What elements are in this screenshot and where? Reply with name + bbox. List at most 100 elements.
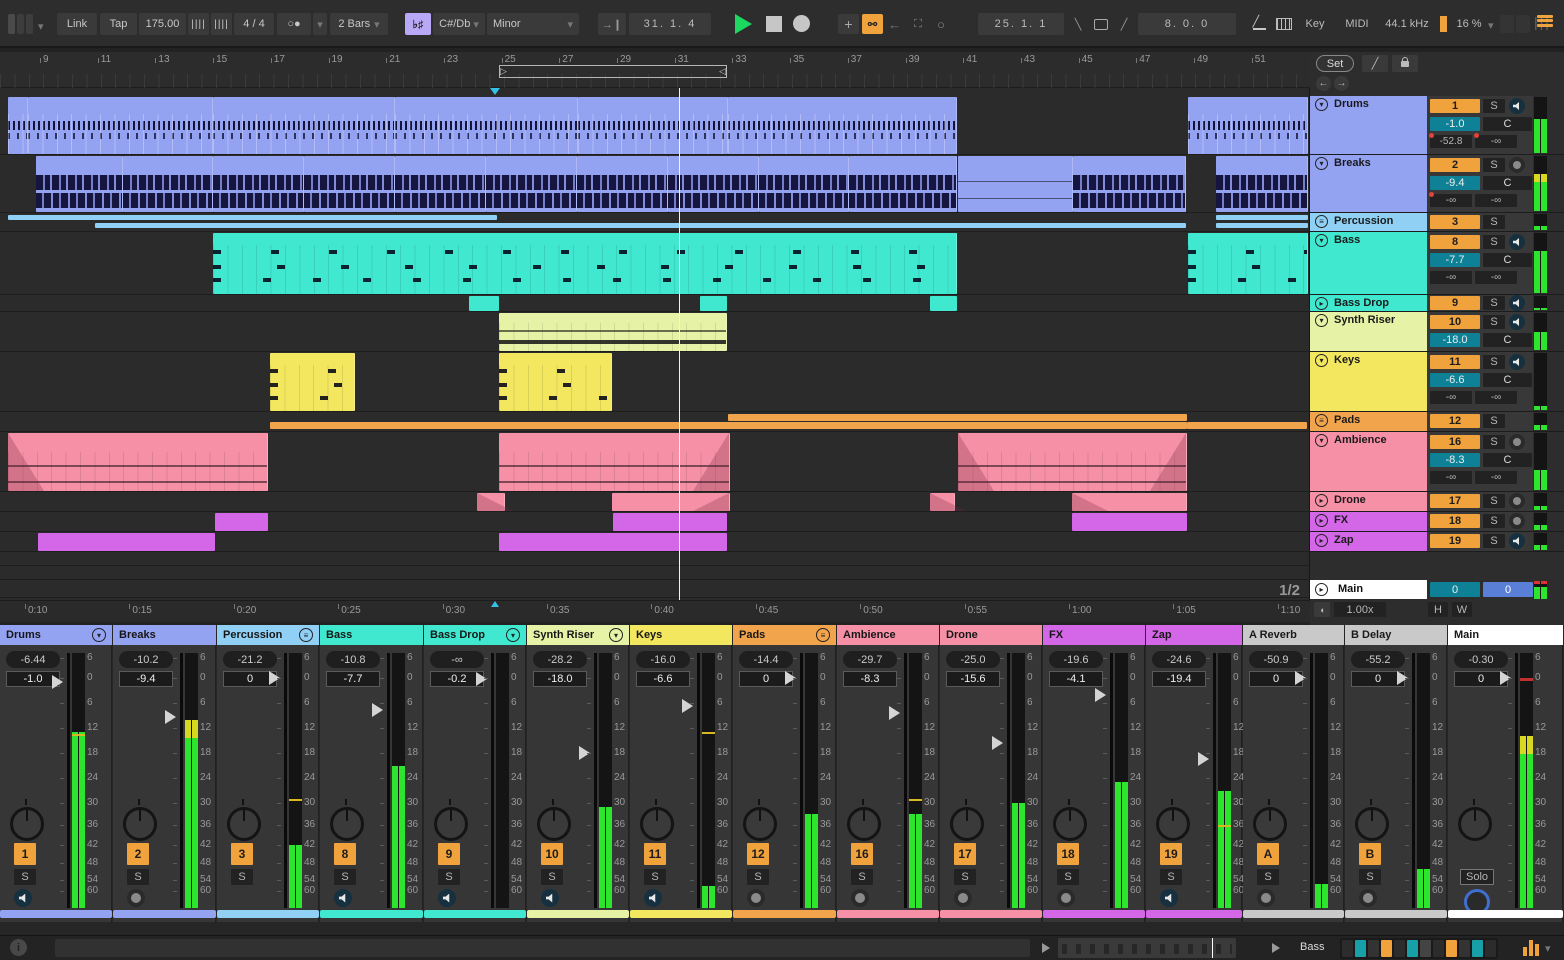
- fader-track[interactable]: [180, 653, 183, 908]
- clip-keys[interactable]: [270, 353, 355, 411]
- cpu-chevron-icon[interactable]: ▾: [1488, 19, 1494, 32]
- mixer-strip-a-reverb[interactable]: A Reverb -50.9 0 6 0 6 12 18 24 30 36 42 48 54 60 A S: [1243, 625, 1344, 922]
- clip-drums[interactable]: [395, 97, 578, 154]
- clip-ambience[interactable]: [958, 433, 1187, 491]
- zoom-back-button[interactable]: ←: [1316, 76, 1331, 91]
- track-activator-speaker-icon[interactable]: [334, 889, 352, 907]
- peak-level-display[interactable]: -16.0: [636, 651, 690, 668]
- main-name-block[interactable]: ▸ Main: [1310, 580, 1427, 599]
- clip-breaks[interactable]: [304, 156, 395, 212]
- track-header-drums[interactable]: ▾ Drums 1 S -1.0 C -52.8 -∞: [1310, 96, 1564, 155]
- fade-in-icon[interactable]: ╱: [1114, 14, 1134, 34]
- track-name-block[interactable]: ▾ Drums: [1310, 96, 1427, 154]
- nudge-up-icon[interactable]: ||||: [211, 13, 232, 35]
- clip-percussion[interactable]: [95, 223, 1186, 228]
- window-layout-chevron-icon[interactable]: ▾: [38, 20, 44, 33]
- loop-start-display[interactable]: 25. 1. 1: [978, 13, 1064, 35]
- meter-chevron-icon[interactable]: ▾: [1545, 942, 1551, 955]
- track-solo-button[interactable]: S: [1483, 315, 1505, 329]
- fader-value-box[interactable]: -15.6: [946, 671, 1000, 687]
- mixer-strip-header[interactable]: A Reverb: [1243, 625, 1344, 645]
- fader-track[interactable]: [904, 653, 907, 908]
- fader-value-box[interactable]: -18.0: [533, 671, 587, 687]
- peak-level-display[interactable]: -0.30: [1454, 651, 1508, 668]
- loop-brace[interactable]: ▷ ◁: [499, 65, 727, 78]
- loop-toggle-icon[interactable]: ○: [931, 14, 951, 34]
- lock-envelopes-button[interactable]: [1392, 55, 1418, 72]
- track-send-box[interactable]: -∞: [1475, 471, 1517, 484]
- fader-value-box[interactable]: -19.4: [1152, 671, 1206, 687]
- track-volume-box[interactable]: -9.4: [1430, 176, 1480, 190]
- track-name-block[interactable]: ▸ Drone: [1310, 492, 1427, 511]
- fader-track[interactable]: [1110, 653, 1113, 908]
- track-number-button[interactable]: 17: [954, 843, 976, 865]
- track-pan-box[interactable]: C: [1483, 176, 1532, 190]
- clip-drums[interactable]: [8, 97, 28, 154]
- track-activator-speaker-icon[interactable]: [1509, 98, 1525, 114]
- fader-handle[interactable]: [992, 736, 1003, 750]
- track-number-button[interactable]: 16: [851, 843, 873, 865]
- peak-level-display[interactable]: -19.6: [1049, 651, 1103, 668]
- key-map-button[interactable]: Key: [1298, 13, 1332, 35]
- track-fold-icon[interactable]: ▸: [1315, 297, 1328, 310]
- pan-knob[interactable]: [227, 807, 261, 841]
- track-name-block[interactable]: ▾ Breaks: [1310, 155, 1427, 212]
- main-volume-box[interactable]: 0: [1430, 582, 1480, 597]
- mixer-strip-b-delay[interactable]: B Delay -55.2 0 6 0 6 12 18 24 30 36 42 48 54 60 B S: [1345, 625, 1447, 922]
- mixer-strip-pads[interactable]: Pads ≡ -14.4 0 6 0 6 12 18 24 30 36 42 48 54 60 12 S: [733, 625, 836, 922]
- mixer-strip-main[interactable]: Main -0.30 0 6 0 6 12 18 24 30 36 42 48 54 60 Solo: [1448, 625, 1563, 922]
- peak-level-display[interactable]: -24.6: [1152, 651, 1206, 668]
- play-button[interactable]: [735, 14, 752, 34]
- track-send-box[interactable]: -∞: [1429, 192, 1472, 207]
- track-solo-button[interactable]: S: [1483, 514, 1505, 528]
- fader-track[interactable]: [1007, 653, 1010, 908]
- clip-breaks[interactable]: [577, 156, 668, 212]
- fader-handle[interactable]: [682, 698, 693, 713]
- track-number-box[interactable]: 12: [1430, 414, 1480, 428]
- new-midi-track-button[interactable]: +: [838, 14, 859, 34]
- midi-map-button[interactable]: MIDI: [1338, 13, 1376, 35]
- set-locator-button[interactable]: Set: [1316, 55, 1354, 72]
- track-send-box[interactable]: -∞: [1474, 133, 1517, 148]
- main-pan-box[interactable]: 0: [1483, 582, 1533, 597]
- pan-knob[interactable]: [847, 807, 881, 841]
- mixer-fold-icon[interactable]: ▾: [92, 628, 106, 642]
- clip-pads[interactable]: [270, 422, 1187, 429]
- track-fold-icon[interactable]: ≡: [1315, 215, 1328, 228]
- track-header-pads[interactable]: ≡ Pads 12 S: [1310, 412, 1564, 432]
- clip-fx[interactable]: [613, 513, 727, 531]
- clip-zap[interactable]: [499, 533, 727, 551]
- draw-automation-button[interactable]: ╱: [1362, 55, 1388, 72]
- clip-breaks[interactable]: [1216, 156, 1308, 212]
- track-activator-speaker-icon[interactable]: [1509, 295, 1525, 311]
- zoom-height-button[interactable]: H: [1428, 602, 1448, 617]
- fader-track[interactable]: [800, 653, 803, 908]
- fader-handle[interactable]: [1095, 688, 1106, 703]
- draw-mode-pencil-icon[interactable]: ╱: [1248, 14, 1270, 34]
- track-solo-button[interactable]: S: [1483, 534, 1505, 548]
- clip-drums[interactable]: [28, 97, 213, 154]
- clip-bass-drop[interactable]: [700, 296, 727, 311]
- loop-length-display[interactable]: 8. 0. 0: [1138, 13, 1236, 35]
- peak-level-display[interactable]: -14.4: [739, 651, 793, 668]
- track-fold-icon[interactable]: ≡: [1315, 414, 1328, 427]
- track-solo-button[interactable]: S: [1483, 414, 1505, 428]
- record-button[interactable]: [793, 15, 810, 32]
- track-fold-icon[interactable]: ▸: [1315, 514, 1328, 527]
- peak-level-display[interactable]: -50.9: [1249, 651, 1303, 668]
- mixer-fold-icon[interactable]: ≡: [816, 628, 830, 642]
- mixer-strip-header[interactable]: Keys: [630, 625, 732, 645]
- track-fold-icon[interactable]: ▾: [1315, 314, 1328, 327]
- track-name-block[interactable]: ≡ Pads: [1310, 412, 1427, 431]
- pan-knob[interactable]: [1156, 807, 1190, 841]
- track-number-box[interactable]: 2: [1430, 158, 1480, 172]
- mixer-strip-header[interactable]: FX: [1043, 625, 1145, 645]
- mixer-strip-percussion[interactable]: Percussion ≡ -21.2 0 6 0 6 12 18 24 30 36 42 48 54 60 3 S: [217, 625, 319, 922]
- clip-breaks[interactable]: [213, 156, 304, 212]
- track-activator-speaker-icon[interactable]: [1509, 314, 1525, 330]
- mixer-strip-drums[interactable]: Drums ▾ -6.44 -1.0 6 0 6 12 18 24 30 36 42 48 54 60 1 S: [0, 625, 112, 922]
- track-header-zap[interactable]: ▸ Zap 19 S: [1310, 532, 1564, 552]
- mixer-strip-header[interactable]: Drone: [940, 625, 1042, 645]
- track-header-synth-riser[interactable]: ▾ Synth Riser 10 S -18.0 C: [1310, 312, 1564, 352]
- track-send-box[interactable]: -∞: [1475, 391, 1517, 404]
